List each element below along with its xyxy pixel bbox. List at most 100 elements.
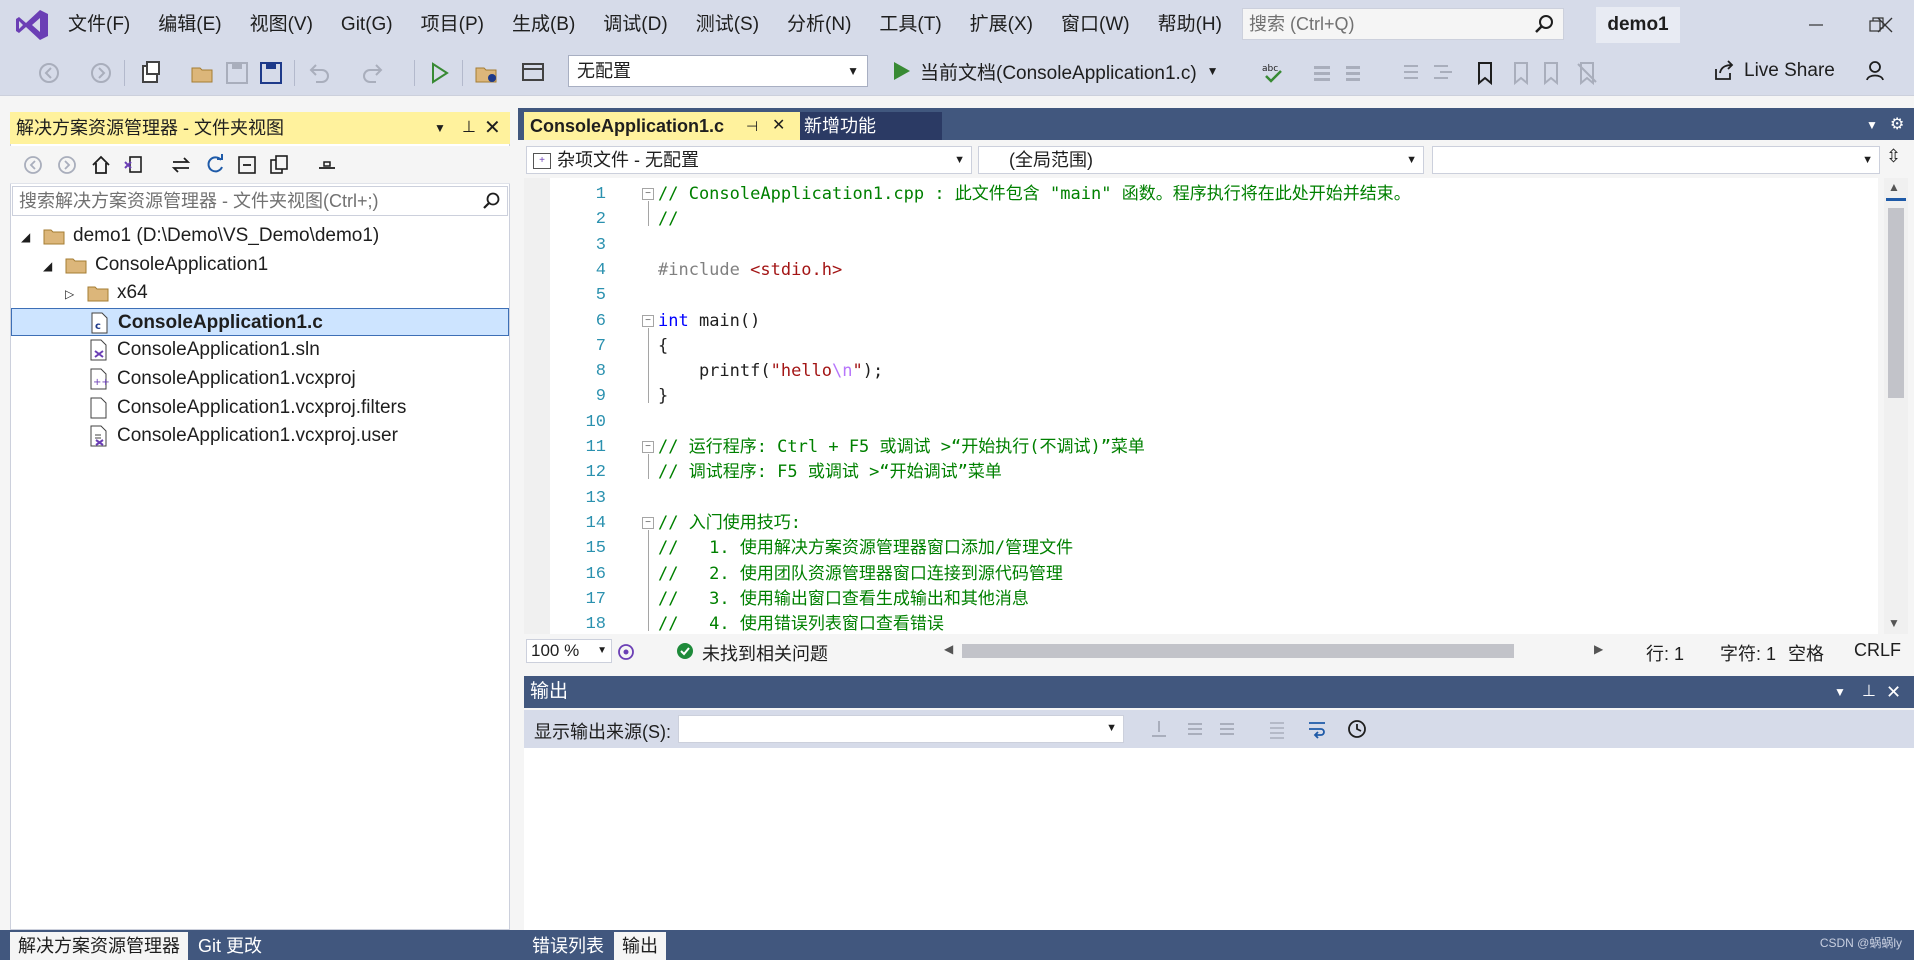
menu-item[interactable]: 视图(V) — [236, 0, 327, 50]
redo-icon[interactable] — [360, 60, 386, 86]
output-source-dropdown[interactable]: ▼ — [678, 715, 1124, 743]
horizontal-scrollbar-thumb[interactable] — [962, 644, 1514, 658]
project-dropdown[interactable]: + 杂项文件 - 无配置 ▼ — [526, 146, 972, 174]
bookmark-icon[interactable] — [1472, 60, 1498, 86]
menu-item[interactable]: 窗口(W) — [1047, 0, 1144, 50]
fold-toggle-icon[interactable]: − — [642, 441, 654, 453]
run-current-document-button[interactable]: 当前文档(ConsoleApplication1.c) ▼ — [890, 55, 1219, 87]
tab-solution-explorer[interactable]: 解决方案资源管理器 — [10, 932, 188, 960]
solution-explorer-search-input[interactable]: 搜索解决方案资源管理器 - 文件夹视图(Ctrl+;) — [12, 186, 508, 216]
save-icon[interactable] — [224, 60, 250, 86]
menu-item[interactable]: 项目(P) — [407, 0, 498, 50]
status-line-ending[interactable]: CRLF — [1854, 640, 1901, 661]
code-line[interactable]: } — [658, 384, 668, 409]
menu-item[interactable]: 调试(D) — [589, 0, 681, 50]
comment-out-icon[interactable] — [1308, 60, 1334, 86]
visual-studio-logo-icon[interactable] — [14, 8, 50, 42]
clear-all-icon[interactable] — [1266, 718, 1288, 740]
code-line[interactable]: // 2. 使用团队资源管理器窗口连接到源代码管理 — [658, 562, 1063, 587]
save-all-icon[interactable] — [258, 60, 284, 86]
menu-item[interactable]: Git(G) — [327, 0, 407, 50]
tree-item[interactable]: ConsoleApplication1.vcxproj.filters — [11, 394, 509, 422]
close-panel-icon[interactable]: ✕ — [484, 112, 501, 144]
home-icon[interactable] — [90, 154, 112, 176]
status-column-number[interactable]: 字符: 1 — [1720, 640, 1776, 666]
next-bookmark-icon[interactable] — [1540, 60, 1566, 86]
show-all-files-icon[interactable] — [268, 154, 290, 176]
back-icon[interactable] — [22, 154, 44, 176]
refresh-icon[interactable] — [204, 154, 226, 176]
collapsed-arrow-icon[interactable]: ▷ — [65, 280, 87, 308]
menu-item[interactable]: 工具(T) — [865, 0, 955, 50]
word-wrap-icon[interactable] — [1306, 718, 1328, 740]
member-dropdown[interactable]: ▼ — [1432, 146, 1880, 174]
tab-list-dropdown-icon[interactable]: ▼ — [1866, 118, 1878, 132]
solution-name-badge[interactable]: demo1 — [1596, 7, 1680, 43]
code-line[interactable]: { — [658, 334, 668, 359]
menu-item[interactable]: 帮助(H) — [1144, 0, 1236, 50]
new-project-icon[interactable] — [138, 60, 164, 86]
tab-error-list[interactable]: 错误列表 — [524, 932, 612, 960]
menu-item[interactable]: 生成(B) — [498, 0, 589, 50]
previous-message-icon[interactable] — [1184, 718, 1206, 740]
tree-item[interactable]: ConsoleApplication1.vcxproj.user — [11, 422, 509, 450]
zoom-dropdown[interactable]: 100 % ▼ — [526, 639, 612, 663]
gear-icon[interactable]: ⚙ — [1890, 114, 1904, 134]
clock-icon[interactable] — [1346, 718, 1368, 740]
scroll-down-icon[interactable]: ▼ — [1888, 616, 1900, 630]
menu-item[interactable]: 分析(N) — [773, 0, 865, 50]
code-line[interactable]: // 入门使用技巧: — [658, 511, 801, 536]
code-line[interactable]: // 3. 使用输出窗口查看生成输出和其他消息 — [658, 587, 1029, 612]
code-line[interactable]: // 4. 使用错误列表窗口查看错误 — [658, 612, 944, 637]
issues-status[interactable]: 未找到相关问题 — [702, 640, 828, 666]
quick-search-input[interactable]: 搜索 (Ctrl+Q) — [1242, 8, 1564, 40]
tree-item[interactable]: ▷ x64 — [11, 279, 509, 307]
spell-check-icon[interactable]: abc — [1260, 60, 1286, 86]
tab-consoleapplication1-c[interactable]: ConsoleApplication1.c ⊣ ✕ — [524, 112, 800, 140]
fold-toggle-icon[interactable]: − — [642, 516, 654, 529]
scroll-left-icon[interactable]: ◀ — [944, 642, 953, 656]
switch-views-icon[interactable] — [122, 154, 144, 176]
menu-item[interactable]: 编辑(E) — [144, 0, 235, 50]
close-panel-icon[interactable]: ✕ — [1886, 676, 1901, 708]
status-line-number[interactable]: 行: 1 — [1646, 640, 1684, 666]
code-line[interactable]: int main() — [658, 309, 760, 334]
scope-dropdown[interactable]: (全局范围) ▼ — [978, 146, 1424, 174]
start-without-debug-icon[interactable] — [426, 60, 452, 86]
next-message-icon[interactable] — [1216, 718, 1238, 740]
properties-icon[interactable] — [316, 154, 338, 176]
sync-with-active-document-icon[interactable] — [170, 154, 192, 176]
output-text-area[interactable] — [524, 748, 1914, 930]
live-share-button[interactable]: Live Share — [1712, 55, 1835, 87]
tree-item[interactable]: ++ ConsoleApplication1.vcxproj — [11, 365, 509, 393]
tab-git-changes[interactable]: Git 更改 — [190, 932, 270, 960]
uncomment-icon[interactable] — [1342, 60, 1368, 86]
undo-icon[interactable] — [306, 60, 332, 86]
tree-item[interactable]: ◢ ConsoleApplication1 — [11, 251, 509, 279]
split-window-icon[interactable]: ⇳ — [1886, 146, 1901, 167]
configuration-dropdown[interactable]: 无配置 ▼ — [568, 55, 868, 87]
code-line[interactable]: printf("hello\n"); — [658, 359, 883, 384]
feedback-user-icon[interactable] — [1864, 58, 1890, 84]
forward-icon[interactable] — [56, 154, 78, 176]
clear-bookmarks-icon[interactable] — [1574, 60, 1600, 86]
code-line[interactable]: #include <stdio.h> — [658, 258, 842, 283]
back-icon[interactable] — [36, 60, 62, 86]
menu-item[interactable]: 扩展(X) — [956, 0, 1047, 50]
scroll-up-icon[interactable]: ▲ — [1888, 180, 1900, 194]
decrease-indent-icon[interactable] — [1396, 60, 1422, 86]
code-line[interactable]: // 运行程序: Ctrl + F5 或调试 >“开始执行(不调试)”菜单 — [658, 435, 1145, 460]
pin-tab-icon[interactable]: ⊣ — [746, 112, 758, 140]
code-line[interactable]: // 调试程序: F5 或调试 >“开始调试”菜单 — [658, 460, 1002, 485]
increase-indent-icon[interactable] — [1430, 60, 1456, 86]
close-window-button[interactable] — [1856, 0, 1914, 50]
expanded-arrow-icon[interactable]: ◢ — [43, 252, 65, 280]
code-line[interactable]: // — [658, 207, 678, 232]
tree-item[interactable]: c ConsoleApplication1.c — [11, 307, 509, 336]
menu-item[interactable]: 文件(F) — [54, 0, 144, 50]
previous-bookmark-icon[interactable] — [1506, 60, 1532, 86]
fold-toggle-icon[interactable]: − — [642, 314, 654, 327]
tab-whats-new[interactable]: 新增功能 — [800, 112, 942, 140]
pin-icon[interactable]: ⊥ — [462, 112, 476, 144]
tab-output[interactable]: 输出 — [614, 932, 666, 960]
